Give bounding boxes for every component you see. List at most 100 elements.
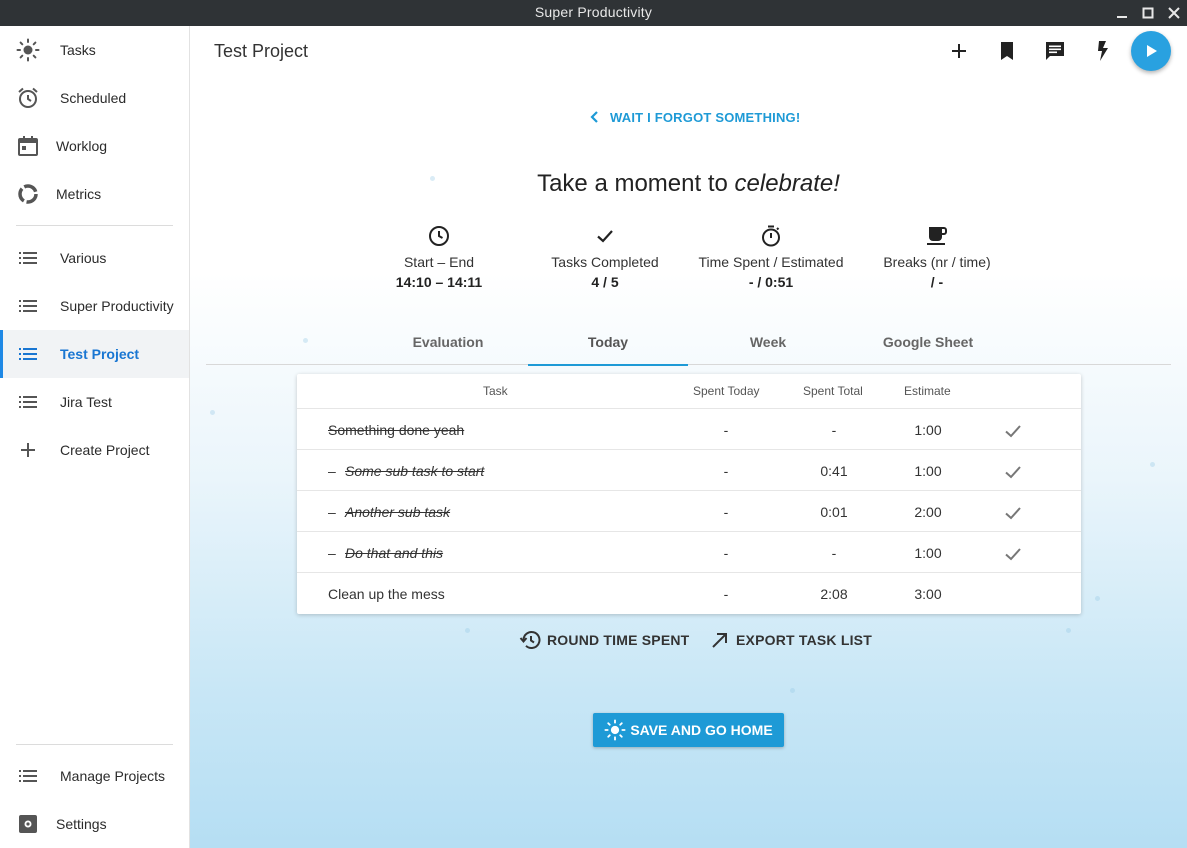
task-title: Some sub task to start — [345, 463, 485, 479]
sun-icon — [16, 38, 40, 62]
save-and-go-home-button[interactable]: SAVE AND GO HOME — [593, 713, 784, 747]
top-toolbar: Test Project — [190, 26, 1187, 76]
background-dot — [1066, 628, 1071, 633]
donut-chart-icon — [16, 182, 40, 206]
coffee-icon — [925, 224, 949, 248]
page-title: Test Project — [214, 41, 309, 61]
estimate-cell: 1:00 — [914, 422, 942, 438]
minimize-icon[interactable] — [1112, 3, 1132, 23]
sidebar-item-manage-projects[interactable]: Manage Projects — [0, 752, 189, 800]
headline-prefix: Take a moment to — [537, 170, 735, 197]
add-task-button[interactable] — [947, 39, 971, 63]
stat-label: Tasks Completed — [551, 254, 659, 270]
table-row[interactable]: Something done yeah - - 1:00 — [297, 409, 1081, 450]
done-check-icon — [1002, 420, 1024, 442]
focus-mode-button[interactable] — [1091, 39, 1115, 63]
tab-week[interactable]: Week — [688, 322, 848, 365]
timer-icon — [759, 224, 783, 248]
spent-total-cell: 0:01 — [820, 504, 848, 520]
calendar-icon — [16, 134, 40, 158]
check-icon — [593, 224, 617, 248]
chevron-left-icon — [590, 111, 598, 123]
estimate-cell: 2:00 — [914, 504, 942, 520]
sidebar-item-test-project[interactable]: Test Project — [0, 330, 189, 378]
play-icon — [1147, 45, 1157, 57]
background-dot — [210, 410, 215, 415]
stat-label: Time Spent / Estimated — [698, 254, 844, 270]
sidebar-divider — [16, 744, 173, 745]
done-check-icon — [1002, 502, 1024, 524]
sidebar: Tasks Scheduled Worklog Metrics Various … — [0, 26, 190, 848]
wait-forgot-button[interactable]: WAIT I FORGOT SOMETHING! — [586, 108, 800, 126]
stat-label: Breaks (nr / time) — [883, 254, 991, 270]
sidebar-item-tasks[interactable]: Tasks — [0, 26, 189, 74]
spent-today-cell: - — [723, 463, 729, 479]
estimate-cell: 1:00 — [914, 545, 942, 561]
sidebar-item-label: Super Productivity — [60, 298, 174, 314]
stat-value: 14:10 – 14:11 — [395, 274, 483, 290]
list-icon — [16, 342, 40, 366]
sidebar-item-label: Metrics — [56, 186, 102, 202]
sidebar-item-label: Create Project — [60, 442, 150, 458]
sidebar-item-label: Scheduled — [60, 90, 127, 106]
round-time-spent-button[interactable]: ROUND TIME SPENT — [519, 628, 689, 652]
table-row[interactable]: – Some sub task to start - 0:41 1:00 — [297, 450, 1081, 491]
arrow-up-right-icon — [712, 633, 727, 648]
export-task-list-button[interactable]: EXPORT TASK LIST — [708, 628, 872, 652]
tab-google-sheet[interactable]: Google Sheet — [848, 322, 1008, 365]
sidebar-item-label: Various — [60, 250, 107, 266]
stat-value: / - — [930, 274, 944, 290]
sidebar-item-jira-test[interactable]: Jira Test — [0, 378, 189, 426]
stat-start-end: Start – End 14:10 – 14:11 — [359, 224, 519, 290]
alarm-icon — [16, 86, 40, 110]
spent-total-cell: 0:41 — [820, 463, 848, 479]
sidebar-item-settings[interactable]: Settings — [0, 800, 189, 848]
tab-evaluation[interactable]: Evaluation — [368, 322, 528, 365]
background-dot — [1095, 596, 1100, 601]
sidebar-divider — [16, 225, 173, 226]
sidebar-item-metrics[interactable]: Metrics — [0, 170, 189, 218]
table-row[interactable]: – Another sub task - 0:01 2:00 — [297, 491, 1081, 532]
subtask-prefix: – — [328, 504, 336, 520]
sidebar-item-super-productivity[interactable]: Super Productivity — [0, 282, 189, 330]
table-row[interactable]: – Do that and this - - 1:00 — [297, 532, 1081, 573]
sidebar-item-label: Worklog — [56, 138, 108, 154]
sidebar-item-label: Settings — [56, 816, 107, 832]
tab-today[interactable]: Today — [528, 322, 688, 366]
sidebar-item-scheduled[interactable]: Scheduled — [0, 74, 189, 122]
maximize-icon[interactable] — [1138, 3, 1158, 23]
column-header-spent-total: Spent Total — [803, 384, 863, 398]
background-dot — [1150, 462, 1155, 467]
save-and-go-home-label: SAVE AND GO HOME — [630, 722, 773, 738]
spent-today-cell: - — [723, 545, 729, 561]
plus-icon — [952, 44, 966, 58]
table-row[interactable]: Clean up the mess - 2:08 3:00 — [297, 573, 1081, 614]
lightning-icon — [1098, 41, 1108, 61]
wait-forgot-label: WAIT I FORGOT SOMETHING! — [610, 109, 801, 125]
bookmark-button[interactable] — [995, 39, 1019, 63]
list-icon — [16, 764, 40, 788]
estimate-cell: 1:00 — [914, 463, 942, 479]
estimate-cell: 3:00 — [914, 586, 942, 602]
spent-total-cell: - — [831, 422, 837, 438]
bookmark-icon — [1001, 42, 1013, 60]
sidebar-item-create-project[interactable]: Create Project — [0, 426, 189, 474]
settings-icon — [16, 812, 40, 836]
subtask-prefix: – — [328, 463, 336, 479]
play-button[interactable] — [1131, 31, 1171, 71]
stat-tasks-completed: Tasks Completed 4 / 5 — [525, 224, 685, 290]
window-title: Super Productivity — [534, 4, 653, 20]
notes-button[interactable] — [1043, 39, 1067, 63]
sidebar-item-various[interactable]: Various — [0, 234, 189, 282]
celebrate-headline: Take a moment to celebrate! — [190, 170, 1187, 198]
task-title: Do that and this — [345, 545, 444, 561]
round-time-spent-label: ROUND TIME SPENT — [547, 632, 690, 648]
sidebar-item-worklog[interactable]: Worklog — [0, 122, 189, 170]
task-table: Task Spent Today Spent Total Estimate So… — [297, 374, 1081, 614]
headline-emphasis: celebrate! — [734, 170, 840, 197]
comment-icon — [1046, 42, 1064, 60]
stat-time-spent: Time Spent / Estimated - / 0:51 — [691, 224, 851, 290]
stat-label: Start – End — [403, 254, 475, 270]
background-dot — [790, 688, 795, 693]
close-icon[interactable] — [1164, 3, 1184, 23]
